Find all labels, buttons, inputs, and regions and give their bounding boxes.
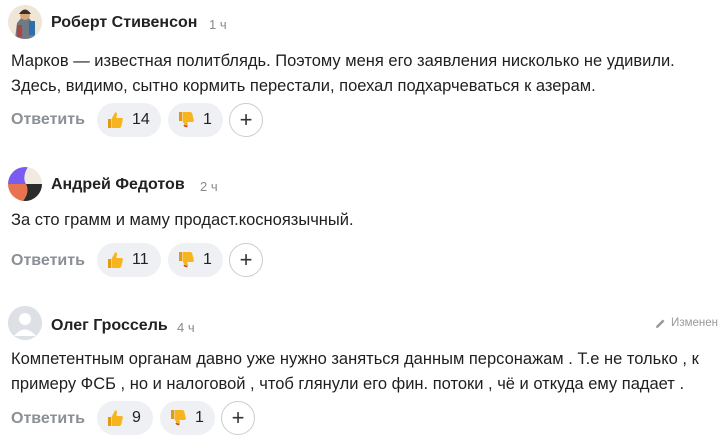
like-count: 11	[132, 251, 149, 268]
author-name[interactable]: Роберт Стивенсон	[51, 14, 197, 32]
comment-time: 4 ч	[177, 320, 195, 335]
like-button[interactable]: 11	[97, 243, 161, 277]
plus-icon: +	[239, 107, 253, 132]
avatar[interactable]	[8, 167, 42, 201]
add-reaction-button[interactable]: +	[221, 401, 255, 435]
like-count: 9	[132, 409, 141, 426]
comment: Олег Гроссель 4 ч Изменен Компетентным о…	[0, 295, 720, 443]
comment-text-line: Компетентным органам давно уже нужно зан…	[11, 350, 699, 368]
edited-label: Изменен	[655, 317, 718, 329]
thumbs-down-icon	[179, 112, 194, 128]
add-reaction-button[interactable]: +	[229, 103, 263, 137]
edited-text: Изменен	[671, 317, 718, 329]
thumbs-down-icon	[179, 252, 194, 268]
reply-button[interactable]: Ответить	[11, 111, 85, 129]
reply-button[interactable]: Ответить	[11, 410, 85, 428]
comment-text: За сто грамм и маму продаст.косноязычный…	[11, 208, 716, 233]
comment: Андрей Федотов 2 ч За сто грамм и маму п…	[0, 150, 720, 295]
dislike-count: 1	[203, 251, 212, 268]
pencil-icon	[655, 318, 665, 328]
author-name[interactable]: Андрей Федотов	[51, 176, 185, 194]
plus-icon: +	[231, 405, 245, 430]
dislike-count: 1	[203, 111, 212, 128]
like-button[interactable]: 9	[97, 401, 153, 435]
like-button[interactable]: 14	[97, 103, 161, 137]
dislike-button[interactable]: 1	[160, 401, 215, 435]
comment-time: 2 ч	[200, 179, 218, 194]
add-reaction-button[interactable]: +	[229, 243, 263, 277]
comment-text-line: примеру ФСБ , но и налоговой , чтоб глян…	[11, 375, 685, 393]
avatar[interactable]	[8, 5, 42, 39]
thumbs-up-icon	[108, 410, 123, 426]
like-count: 14	[132, 111, 150, 128]
comment-text-line: За сто грамм и маму продаст.косноязычный…	[11, 211, 354, 229]
thumbs-down-icon	[171, 410, 186, 426]
comment-text: Марков — известная политблядь. Поэтому м…	[11, 49, 716, 99]
dislike-count: 1	[195, 409, 204, 426]
avatar[interactable]	[8, 306, 42, 340]
thumbs-up-icon	[108, 112, 123, 128]
comment: Роберт Стивенсон 1 ч Марков — известная …	[0, 0, 720, 150]
comment-text: Компетентным органам давно уже нужно зан…	[11, 347, 716, 397]
thumbs-up-icon	[108, 252, 123, 268]
reply-button[interactable]: Ответить	[11, 252, 85, 270]
author-name[interactable]: Олег Гроссель	[51, 317, 168, 335]
comment-text-line: Марков — известная политблядь. Поэтому м…	[11, 52, 675, 70]
dislike-button[interactable]: 1	[168, 103, 223, 137]
dislike-button[interactable]: 1	[168, 243, 223, 277]
comment-text-line: Здесь, видимо, сытно кормить перестали, …	[11, 77, 596, 95]
plus-icon: +	[239, 247, 253, 272]
comment-time: 1 ч	[209, 17, 227, 32]
